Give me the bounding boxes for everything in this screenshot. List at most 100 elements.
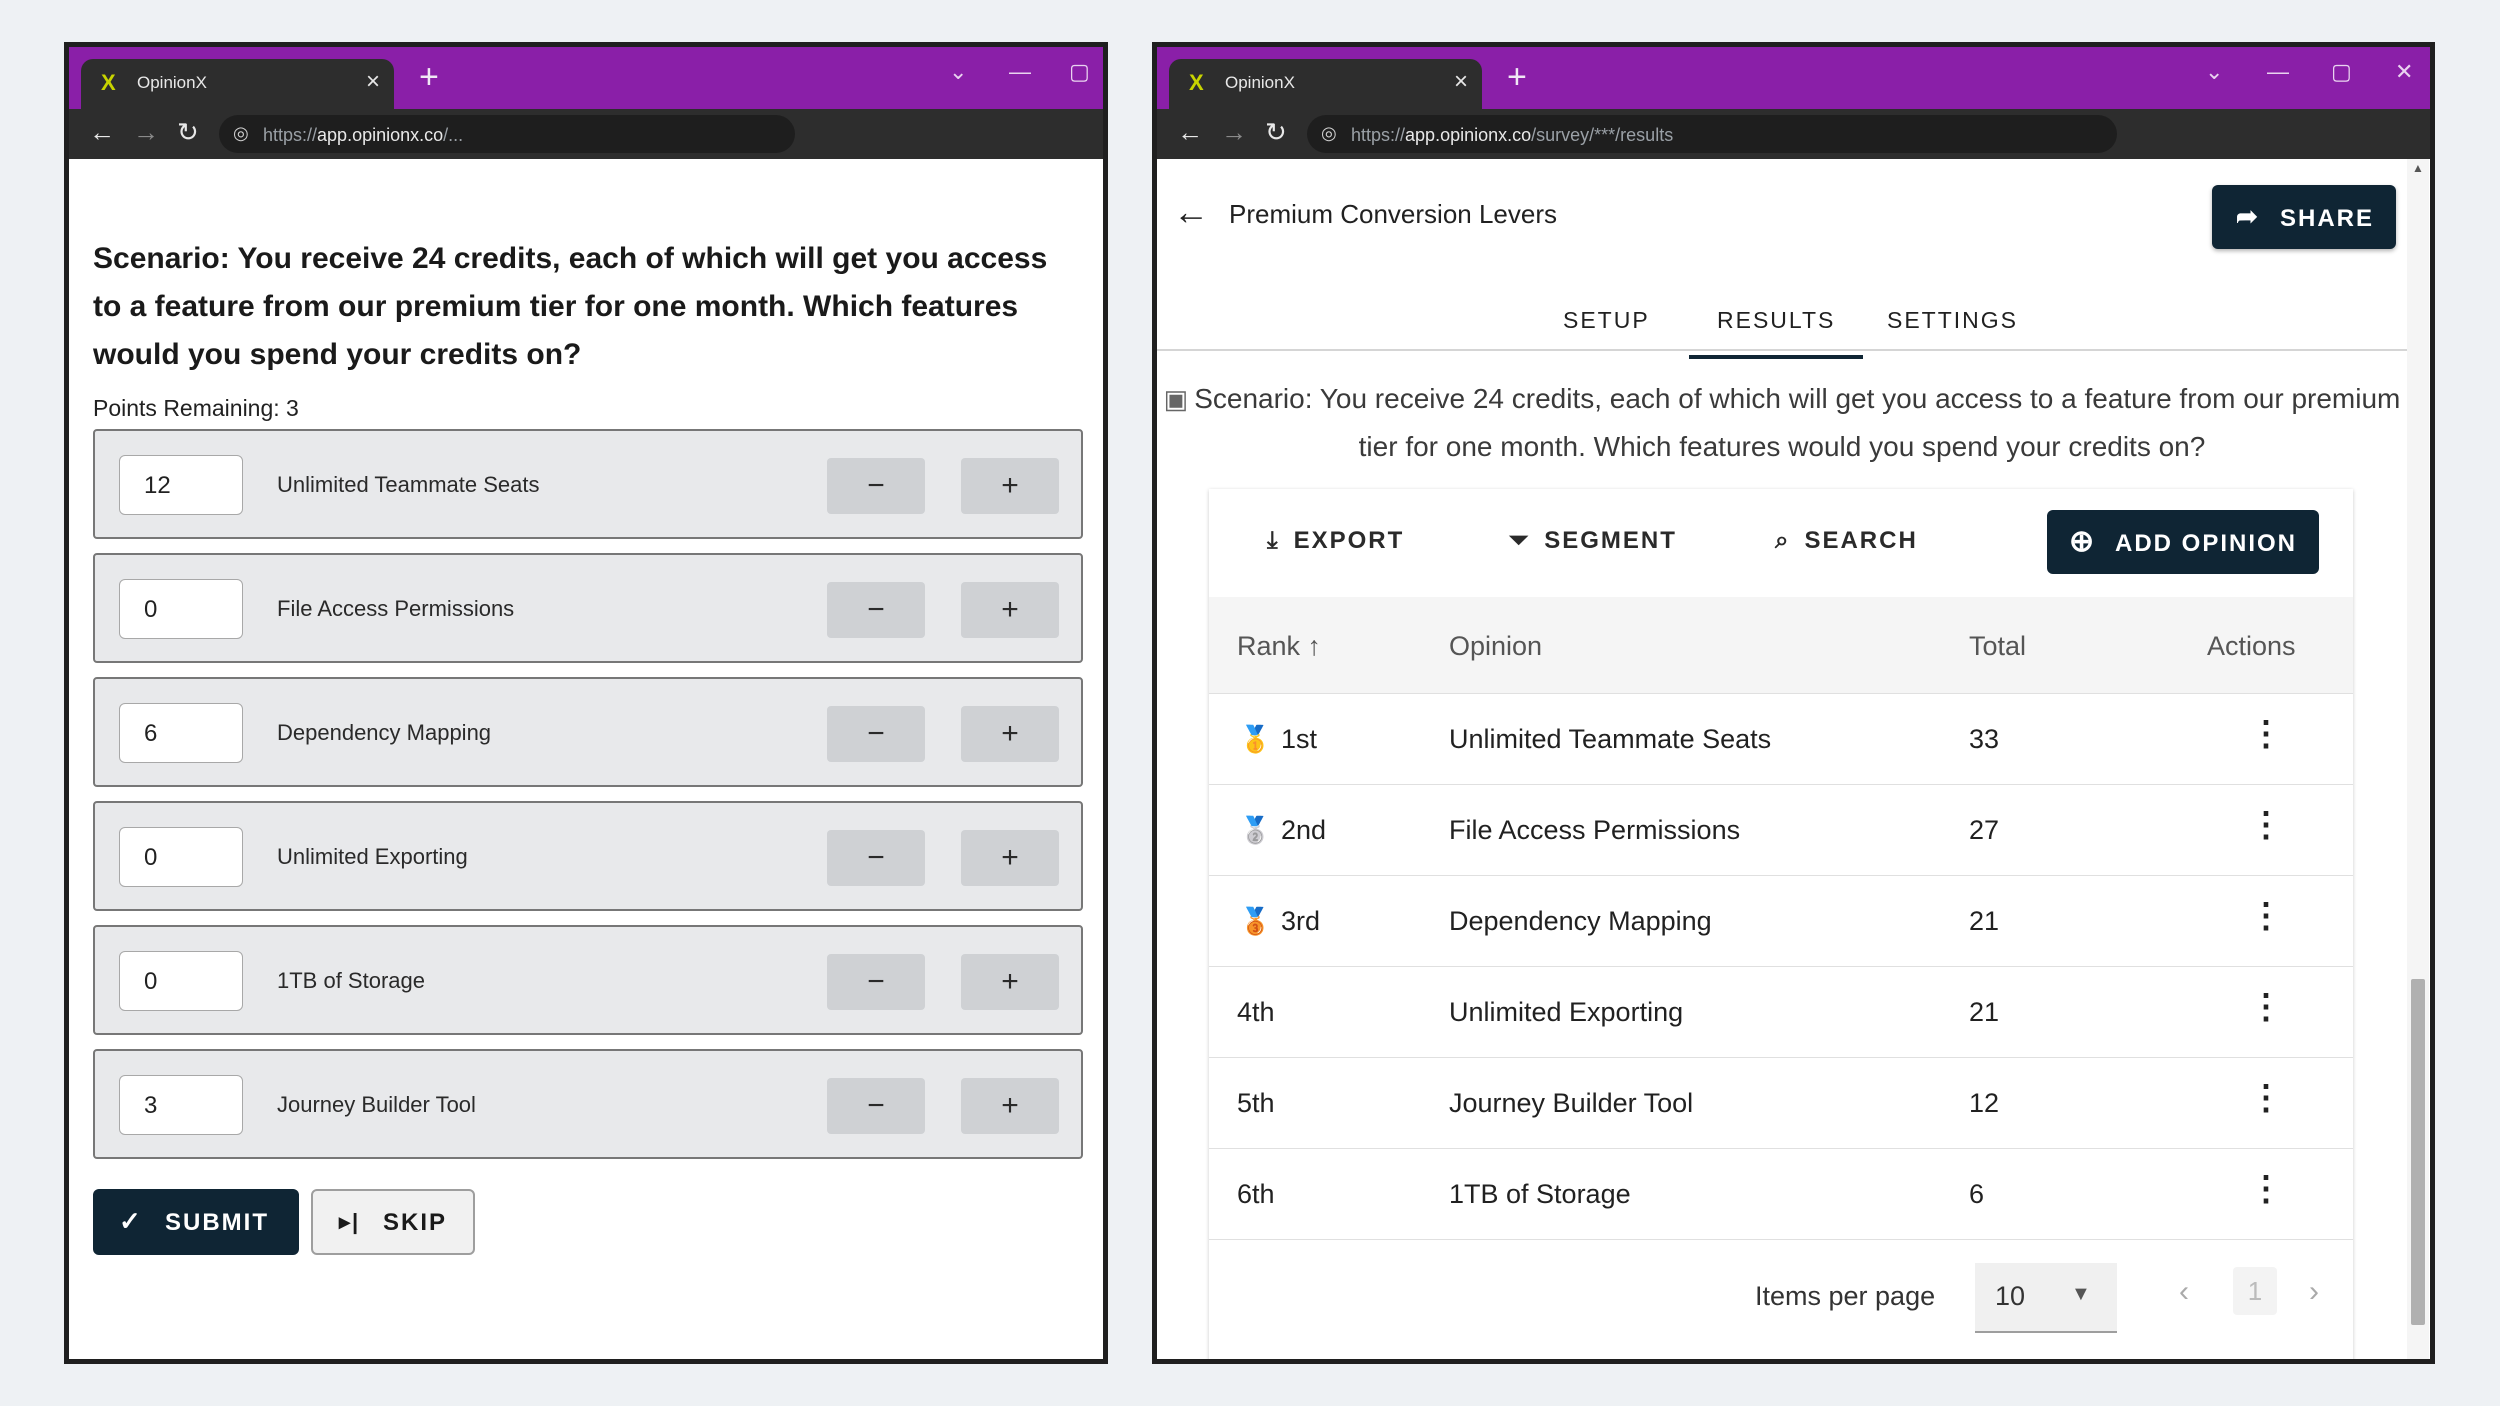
back-arrow-icon[interactable]: ← — [1177, 117, 1203, 148]
total-cell: 12 — [1969, 1088, 2000, 1118]
address-bar[interactable]: ◎ https://app.opinionx.co/survey/***/res… — [1307, 115, 2117, 153]
actions-column-header: Actions — [2207, 631, 2296, 661]
points-remaining: Points Remaining: 3 — [93, 395, 299, 421]
bronze-medal-icon: 🥉 — [1239, 906, 1272, 936]
items-per-page-select[interactable]: 10 ▼ — [1975, 1263, 2117, 1333]
decrement-button[interactable]: − — [827, 954, 925, 1010]
tab-results[interactable]: RESULTS — [1689, 307, 1864, 359]
download-icon: ⤓ — [1267, 527, 1280, 554]
browser-toolbar: ← → ↻ ◎ https://app.opinionx.co/... — [69, 109, 1103, 159]
increment-button[interactable]: + — [961, 954, 1059, 1010]
tab-search-icon[interactable]: ⌄ — [2205, 59, 2223, 85]
browser-tab[interactable]: X OpinionX × — [81, 59, 394, 109]
tab-close-icon[interactable]: × — [1454, 68, 1468, 96]
table-row: 🥉 3rd Dependency Mapping 21 ⋮ — [1209, 876, 2353, 967]
increment-button[interactable]: + — [961, 582, 1059, 638]
close-window-icon[interactable]: ✕ — [2395, 59, 2413, 85]
allocation-row: 12 Unlimited Teammate Seats − + — [93, 429, 1083, 539]
current-page[interactable]: 1 — [2233, 1267, 2277, 1315]
tab-search-icon[interactable]: ⌄ — [949, 59, 967, 85]
opinion-column-header: Opinion — [1449, 631, 1543, 661]
segment-button[interactable]: ⏷ SEGMENT — [1509, 527, 1677, 555]
browser-tab[interactable]: X OpinionX × — [1169, 59, 1482, 109]
points-input[interactable]: 3 — [119, 1075, 243, 1135]
tab-settings[interactable]: SETTINGS — [1887, 307, 2018, 334]
sort-ascending-icon: ↑ — [1307, 631, 1322, 661]
back-arrow-icon[interactable]: ← — [89, 117, 115, 148]
site-info-icon[interactable]: ◎ — [233, 123, 249, 144]
add-circle-icon: ⊕ — [2069, 525, 2097, 558]
forward-arrow-icon[interactable]: → — [133, 117, 159, 148]
skip-button[interactable]: ▸| SKIP — [311, 1189, 475, 1255]
more-actions-icon[interactable]: ⋮ — [2249, 1078, 2283, 1118]
opinion-cell: Unlimited Exporting — [1449, 997, 1684, 1027]
points-input[interactable]: 0 — [119, 827, 243, 887]
more-actions-icon[interactable]: ⋮ — [2249, 714, 2283, 754]
rank-cell: 1st — [1281, 724, 1318, 754]
points-input[interactable]: 0 — [119, 579, 243, 639]
tab-close-icon[interactable]: × — [366, 68, 380, 96]
points-input[interactable]: 0 — [119, 951, 243, 1011]
vertical-scrollbar[interactable]: ▲ — [2407, 159, 2429, 1359]
more-actions-icon[interactable]: ⋮ — [2249, 896, 2283, 936]
increment-button[interactable]: + — [961, 830, 1059, 886]
table-row: 🥇 1st Unlimited Teammate Seats 33 ⋮ — [1209, 694, 2353, 785]
share-arrow-icon: ➦ — [2236, 201, 2260, 231]
forward-arrow-icon[interactable]: → — [1221, 117, 1247, 148]
scrollbar-thumb[interactable] — [2411, 979, 2425, 1325]
share-button[interactable]: ➦ SHARE — [2212, 185, 2396, 249]
more-actions-icon[interactable]: ⋮ — [2249, 987, 2283, 1027]
tab-title: OpinionX — [137, 73, 207, 92]
address-bar[interactable]: ◎ https://app.opinionx.co/... — [219, 115, 795, 153]
maximize-icon[interactable]: ▢ — [2331, 59, 2352, 85]
more-actions-icon[interactable]: ⋮ — [2249, 805, 2283, 845]
option-label: Unlimited Teammate Seats — [277, 472, 540, 497]
decrement-button[interactable]: − — [827, 458, 925, 514]
decrement-button[interactable]: − — [827, 582, 925, 638]
increment-button[interactable]: + — [961, 458, 1059, 514]
silver-medal-icon: 🥈 — [1239, 815, 1272, 845]
total-cell: 27 — [1969, 815, 2000, 845]
option-label: File Access Permissions — [277, 596, 515, 621]
points-input[interactable]: 6 — [119, 703, 243, 763]
next-page-icon[interactable]: › — [2309, 1275, 2319, 1309]
add-opinion-button[interactable]: ⊕ ADD OPINION — [2047, 510, 2319, 574]
search-button[interactable]: ⌕ SEARCH — [1775, 527, 1918, 555]
points-input[interactable]: 12 — [119, 455, 243, 515]
rank-column-header[interactable]: Rank ↑ — [1237, 631, 1321, 662]
tab-setup[interactable]: SETUP — [1563, 307, 1650, 334]
table-row: 🥈 2nd File Access Permissions 27 ⋮ — [1209, 785, 2353, 876]
question-text: Scenario: You receive 24 credits, each o… — [93, 242, 1048, 371]
table-row: 5th Journey Builder Tool 12 ⋮ — [1209, 1058, 2353, 1149]
table-row: 4th Unlimited Exporting 21 ⋮ — [1209, 967, 2353, 1058]
decrement-button[interactable]: − — [827, 830, 925, 886]
reload-icon[interactable]: ↻ — [1265, 117, 1287, 148]
scroll-up-icon[interactable]: ▲ — [2412, 161, 2424, 175]
allocation-row: 0 1TB of Storage − + — [93, 925, 1083, 1035]
export-button[interactable]: ⤓ EXPORT — [1267, 527, 1404, 555]
minimize-icon[interactable]: — — [2267, 59, 2289, 85]
rank-cell: 6th — [1237, 1179, 1275, 1209]
browser-toolbar: ← → ↻ ◎ https://app.opinionx.co/survey/*… — [1157, 109, 2430, 159]
more-actions-icon[interactable]: ⋮ — [2249, 1169, 2283, 1209]
minimize-icon[interactable]: — — [1009, 59, 1031, 85]
submit-button[interactable]: ✓ SUBMIT — [93, 1189, 299, 1255]
new-tab-button[interactable]: + — [419, 57, 439, 97]
back-arrow-icon[interactable]: ← — [1173, 191, 1209, 233]
reload-icon[interactable]: ↻ — [177, 117, 199, 148]
survey-browser-window: X OpinionX × + ⌄ — ▢ ✕ ← → ↻ ◎ https://a… — [64, 42, 1108, 1364]
gold-medal-icon: 🥇 — [1239, 724, 1272, 754]
browser-titlebar: X OpinionX × + ⌄ — ▢ ✕ — [69, 47, 1103, 109]
decrement-button[interactable]: − — [827, 706, 925, 762]
option-label: Unlimited Exporting — [277, 844, 468, 869]
site-info-icon[interactable]: ◎ — [1321, 123, 1337, 144]
option-label: 1TB of Storage — [277, 968, 425, 993]
items-per-page-label: Items per page — [1755, 1281, 1936, 1311]
previous-page-icon[interactable]: ‹ — [2179, 1275, 2189, 1309]
rank-cell: 2nd — [1281, 815, 1327, 845]
new-tab-button[interactable]: + — [1507, 57, 1527, 97]
increment-button[interactable]: + — [961, 1078, 1059, 1134]
maximize-icon[interactable]: ▢ — [1069, 59, 1090, 85]
increment-button[interactable]: + — [961, 706, 1059, 762]
decrement-button[interactable]: − — [827, 1078, 925, 1134]
